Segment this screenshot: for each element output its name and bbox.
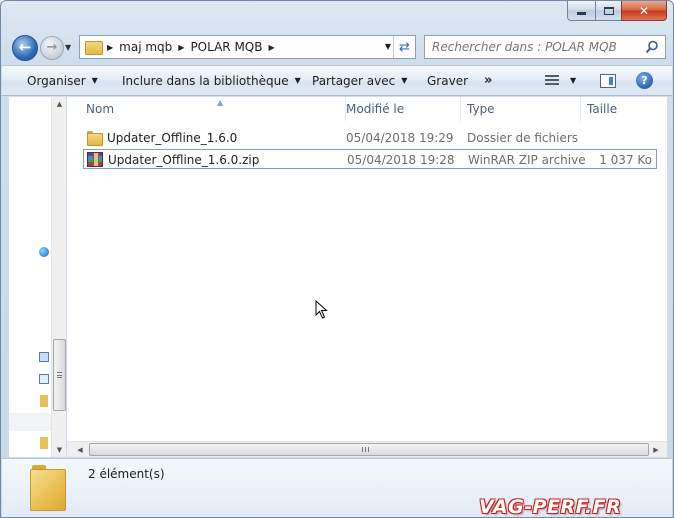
grip-icon xyxy=(57,372,62,378)
preview-pane-icon xyxy=(600,73,616,88)
file-row-selected[interactable]: Updater_Offline_1.6.0.zip 05/04/2018 19:… xyxy=(83,149,657,169)
scroll-up-icon[interactable]: ▲ xyxy=(52,97,67,111)
folder-icon[interactable] xyxy=(40,437,48,449)
forward-button[interactable]: → xyxy=(40,36,64,60)
column-header-modified[interactable]: Modifié le xyxy=(340,97,461,121)
column-headers: Nom ▲ Modifié le Type Taille xyxy=(67,97,667,121)
command-bar: Organiser ▼ Inclure dans la bibliothèque ▼… xyxy=(2,65,672,96)
sort-ascending-icon: ▲ xyxy=(217,98,224,107)
network-icon[interactable] xyxy=(39,247,49,257)
search-icon[interactable] xyxy=(645,40,659,54)
maximize-button[interactable] xyxy=(595,1,621,21)
file-name: Updater_Offline_1.6.0 xyxy=(107,131,238,145)
help-icon: ? xyxy=(636,72,653,89)
scroll-left-icon[interactable]: ◀ xyxy=(73,442,87,458)
arrow-left-icon: ← xyxy=(18,38,32,56)
search-box[interactable] xyxy=(424,35,666,59)
recent-pages-dropdown[interactable]: ▼ xyxy=(65,43,71,52)
column-size-label: Taille xyxy=(587,102,618,116)
drive-icon[interactable] xyxy=(39,374,49,384)
burn-button[interactable]: Graver xyxy=(427,66,468,95)
item-count: 2 élément(s) xyxy=(88,467,165,481)
chevron-right-icon[interactable]: ▶ xyxy=(268,43,274,52)
column-header-name[interactable]: Nom ▲ xyxy=(80,97,346,121)
include-label: Inclure dans la bibliothèque xyxy=(122,73,289,88)
chevron-down-icon: ▼ xyxy=(91,76,98,85)
caption-buttons: ✕ xyxy=(567,1,667,21)
scrollbar-thumb[interactable] xyxy=(53,339,66,411)
grip-icon xyxy=(362,447,369,452)
chevron-down-icon: ▼ xyxy=(294,76,301,85)
folder-icon[interactable] xyxy=(40,395,48,407)
column-header-type[interactable]: Type xyxy=(461,97,581,121)
nav-item-highlight xyxy=(9,413,51,431)
column-header-size[interactable]: Taille xyxy=(581,97,661,121)
scroll-right-icon[interactable]: ▶ xyxy=(649,442,663,458)
search-input[interactable] xyxy=(425,40,635,54)
file-type: WinRAR ZIP archive xyxy=(468,153,586,167)
chevron-right-icon[interactable]: ▶ xyxy=(107,43,113,52)
arrow-right-icon: → xyxy=(46,39,58,55)
file-name: Updater_Offline_1.6.0.zip xyxy=(108,153,260,167)
include-in-library-button[interactable]: Inclure dans la bibliothèque ▼ xyxy=(122,66,301,95)
close-button[interactable]: ✕ xyxy=(621,1,667,21)
burn-label: Graver xyxy=(427,73,469,88)
winrar-zip-icon xyxy=(87,152,103,167)
file-size: 1 037 Ko xyxy=(599,153,652,167)
file-list-horizontal-scrollbar[interactable]: ◀ ▶ xyxy=(67,441,667,457)
watermark-logo: VAG-PERF.FR xyxy=(479,496,622,518)
help-button[interactable]: ? xyxy=(636,66,653,95)
folder-icon xyxy=(30,465,66,511)
share-label: Partager avec xyxy=(312,73,396,88)
address-bar[interactable]: ▶ maj mqb ▶ POLAR MQB ▶ ▼ ⇄ xyxy=(79,35,416,59)
change-view-button[interactable]: ▼ xyxy=(545,66,576,95)
view-details-icon xyxy=(545,74,559,87)
file-list[interactable]: Nom ▲ Modifié le Type Taille Updater_Off… xyxy=(67,97,667,457)
breadcrumb-item[interactable]: maj mqb xyxy=(119,40,172,54)
minimize-icon xyxy=(577,12,586,15)
share-with-button[interactable]: Partager avec ▼ xyxy=(312,66,407,95)
column-type-label: Type xyxy=(467,102,495,116)
scrollbar-thumb[interactable] xyxy=(89,443,649,456)
navigation-pane-scrollbar[interactable]: ▲ ▼ xyxy=(51,97,66,457)
chevron-right-icon[interactable]: ▶ xyxy=(178,43,184,52)
file-row[interactable]: Updater_Offline_1.6.0 05/04/2018 19:29 D… xyxy=(83,128,657,148)
preview-pane-button[interactable] xyxy=(600,66,616,95)
file-modified: 05/04/2018 19:29 xyxy=(346,131,454,145)
folder-icon xyxy=(87,131,103,146)
chevron-down-icon: ▼ xyxy=(570,76,577,85)
maximize-icon xyxy=(603,6,614,15)
more-commands-button[interactable]: » xyxy=(484,66,492,95)
computer-icon[interactable] xyxy=(39,352,49,362)
column-modified-label: Modifié le xyxy=(346,102,405,116)
column-name-label: Nom xyxy=(86,102,115,116)
organize-button[interactable]: Organiser ▼ xyxy=(27,66,98,95)
chevron-down-icon[interactable]: ▼ xyxy=(385,42,391,51)
file-modified: 05/04/2018 19:28 xyxy=(347,153,455,167)
mouse-cursor-icon xyxy=(315,300,328,319)
scroll-down-icon[interactable]: ▼ xyxy=(52,443,67,457)
minimize-button[interactable] xyxy=(567,1,595,21)
close-icon: ✕ xyxy=(638,3,650,18)
back-button[interactable]: ← xyxy=(12,35,38,61)
chevron-down-icon: ▼ xyxy=(401,76,408,85)
breadcrumb-item[interactable]: POLAR MQB xyxy=(190,40,262,54)
refresh-icon: ⇄ xyxy=(399,39,410,55)
folder-icon xyxy=(85,41,103,55)
refresh-button[interactable]: ⇄ xyxy=(393,36,415,58)
file-type: Dossier de fichiers xyxy=(467,131,579,145)
explorer-window: ✕ ← → ▼ ▶ maj mqb ▶ POLAR MQB ▶ ▼ ⇄ Orga… xyxy=(0,0,674,518)
organize-label: Organiser xyxy=(27,73,86,88)
